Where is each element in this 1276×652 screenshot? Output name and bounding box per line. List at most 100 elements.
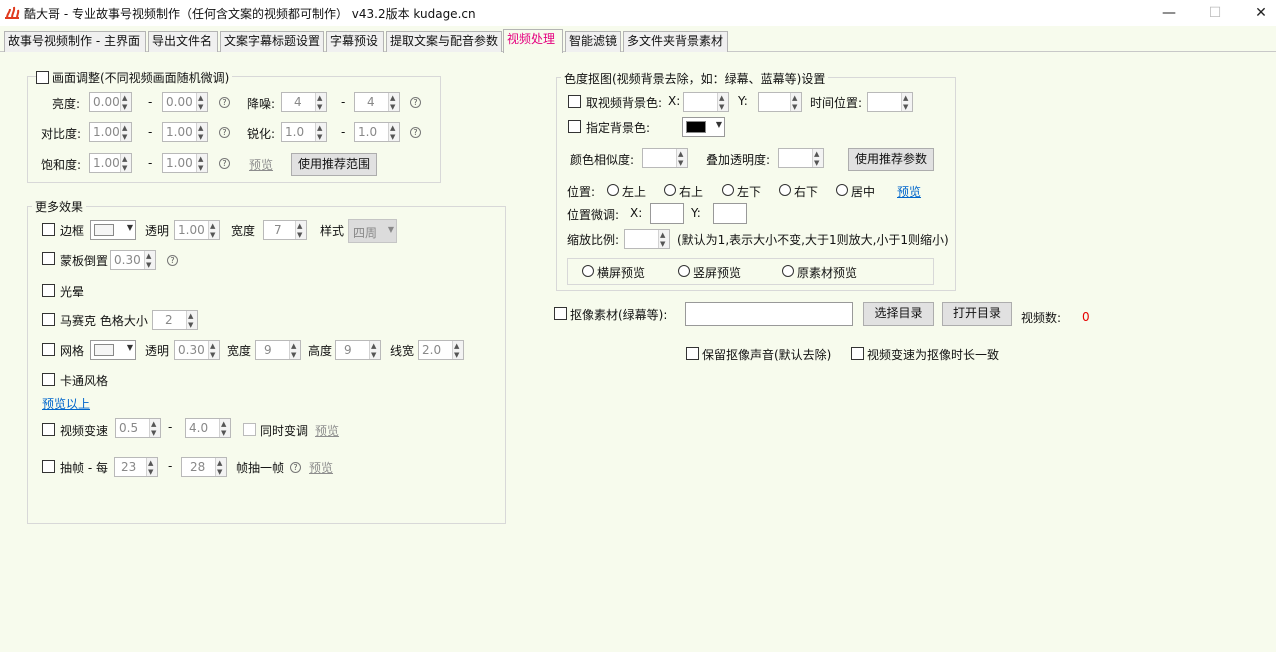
mosaic-checkbox[interactable]: [42, 313, 55, 326]
picture-preview-link[interactable]: 预览: [249, 156, 273, 173]
position-bottom-left-radio[interactable]: [722, 184, 734, 196]
preview-above-link[interactable]: 预览以上: [42, 395, 90, 412]
scale-hint: (默认为1,表示大小不变,大于1则放大,小于1则缩小): [677, 233, 949, 247]
position-top-left-radio[interactable]: [607, 184, 619, 196]
original-preview-radio[interactable]: [782, 265, 794, 277]
color-swatch: [94, 224, 114, 236]
speed-preview-link[interactable]: 预览: [315, 422, 339, 439]
frame-drop-checkbox[interactable]: [42, 460, 55, 473]
tab-subtitle-settings[interactable]: 文案字幕标题设置: [220, 31, 324, 52]
brightness-min-stepper[interactable]: 0.00 ▲ ▼: [89, 92, 132, 112]
match-speed-checkbox[interactable]: [851, 347, 864, 360]
window-title: 酷大哥 - 专业故事号视频制作（任何含文案的视频都可制作） v43.2版本 ku…: [24, 7, 476, 21]
position-top-right-radio[interactable]: [664, 184, 676, 196]
position-bottom-right-radio[interactable]: [779, 184, 791, 196]
speed-min-stepper[interactable]: 0.5 ▲ ▼: [115, 418, 161, 438]
take-bg-color-checkbox[interactable]: [568, 95, 581, 108]
frame-min-stepper[interactable]: 23 ▲ ▼: [114, 457, 158, 477]
use-recommended-range-button[interactable]: 使用推荐范围: [291, 153, 377, 176]
speed-max-stepper[interactable]: 4.0 ▲ ▼: [185, 418, 231, 438]
fine-y-input[interactable]: [713, 203, 747, 224]
border-opacity-stepper[interactable]: 1.00 ▲ ▼: [174, 220, 220, 240]
mosaic-size-stepper[interactable]: 2 ▲ ▼: [152, 310, 198, 330]
grid-height-stepper[interactable]: 9 ▲ ▼: [335, 340, 381, 360]
contrast-max-stepper[interactable]: 1.00 ▲ ▼: [162, 122, 208, 142]
dash: -: [168, 459, 173, 473]
saturation-min-stepper[interactable]: 1.00 ▲ ▼: [89, 153, 132, 173]
dash: -: [148, 95, 153, 109]
contrast-min-stepper[interactable]: 1.00 ▲ ▼: [89, 122, 132, 142]
dash: -: [148, 156, 153, 170]
border-color-dropdown[interactable]: ▼: [90, 220, 136, 240]
help-icon[interactable]: ?: [219, 158, 230, 169]
keying-path-input[interactable]: [685, 302, 853, 326]
sharpen-max-stepper[interactable]: 1.0 ▲ ▼: [354, 122, 400, 142]
overlay-opacity-stepper[interactable]: ▲ ▼: [778, 148, 824, 168]
tab-subtitle-presets[interactable]: 字幕预设: [326, 31, 384, 52]
time-position-stepper[interactable]: ▲ ▼: [867, 92, 913, 112]
saturation-max-stepper[interactable]: 1.00 ▲ ▼: [162, 153, 208, 173]
bg-color-dropdown[interactable]: ▼: [682, 117, 725, 137]
position-preview-link[interactable]: 预览: [897, 183, 921, 200]
tab-video-processing[interactable]: 视频处理: [503, 29, 563, 53]
keep-audio-checkbox[interactable]: [686, 347, 699, 360]
use-recommended-params-button[interactable]: 使用推荐参数: [848, 148, 934, 171]
opacity-label: 透明: [145, 224, 170, 238]
border-checkbox[interactable]: [42, 223, 55, 236]
tab-multi-folder-bg[interactable]: 多文件夹背景素材: [623, 31, 728, 52]
noise-max-value: 4: [367, 95, 375, 109]
mask-invert-checkbox[interactable]: [42, 252, 55, 265]
set-bg-color-checkbox[interactable]: [568, 120, 581, 133]
sharpen-min-value: 1.0: [285, 125, 305, 139]
help-icon[interactable]: ?: [410, 97, 421, 108]
keying-material-checkbox[interactable]: [554, 307, 567, 320]
brightness-max-stepper[interactable]: 0.00 ▲ ▼: [162, 92, 208, 112]
help-icon[interactable]: ?: [410, 127, 421, 138]
maximize-button[interactable]: ☐: [1192, 0, 1238, 26]
help-icon[interactable]: ?: [219, 127, 230, 138]
noise-min-stepper[interactable]: 4 ▲ ▼: [281, 92, 327, 112]
select-folder-button[interactable]: 选择目录: [863, 302, 934, 326]
picture-adjust-checkbox[interactable]: [36, 71, 49, 84]
grid-width-stepper[interactable]: 9 ▲ ▼: [255, 340, 301, 360]
tab-bar: 故事号视频制作 - 主界面 导出文件名 文案字幕标题设置 字幕预设 提取文案与配…: [0, 29, 1276, 53]
tab-main[interactable]: 故事号视频制作 - 主界面: [4, 31, 146, 52]
noise-max-stepper[interactable]: 4 ▲ ▼: [354, 92, 400, 112]
portrait-preview-radio[interactable]: [678, 265, 690, 277]
frame-max-stepper[interactable]: 28 ▲ ▼: [181, 457, 227, 477]
grid-line-stepper[interactable]: 2.0 ▲ ▼: [418, 340, 464, 360]
tab-export-filename[interactable]: 导出文件名: [148, 31, 218, 52]
sync-pitch-checkbox[interactable]: [243, 423, 256, 436]
video-speed-checkbox[interactable]: [42, 423, 55, 436]
cartoon-checkbox[interactable]: [42, 373, 55, 386]
border-style-dropdown[interactable]: 四周 ▼: [348, 219, 397, 243]
sharpen-max-value: 1.0: [358, 125, 378, 139]
mask-invert-stepper[interactable]: 0.30 ▲ ▼: [110, 250, 156, 270]
position-center-radio[interactable]: [836, 184, 848, 196]
tab-extract-params[interactable]: 提取文案与配音参数: [386, 31, 502, 52]
grid-color-dropdown[interactable]: ▼: [90, 340, 136, 360]
tab-smart-filter[interactable]: 智能滤镜: [565, 31, 621, 52]
minimize-button[interactable]: —: [1146, 0, 1192, 26]
close-button[interactable]: ✕: [1238, 0, 1276, 26]
bg-y-stepper[interactable]: ▲ ▼: [758, 92, 802, 112]
color-similarity-stepper[interactable]: ▲ ▼: [642, 148, 688, 168]
position-center-label: 居中: [851, 185, 876, 199]
fine-x-input[interactable]: [650, 203, 684, 224]
help-icon[interactable]: ?: [290, 462, 301, 473]
grid-opacity-stepper[interactable]: 0.30 ▲ ▼: [174, 340, 220, 360]
halo-checkbox[interactable]: [42, 284, 55, 297]
border-width-stepper[interactable]: 7 ▲ ▼: [263, 220, 307, 240]
sharpen-min-stepper[interactable]: 1.0 ▲ ▼: [281, 122, 327, 142]
bg-x-stepper[interactable]: ▲ ▼: [683, 92, 729, 112]
chevron-down-icon: ▼: [715, 120, 722, 129]
brightness-max-value: 0.00: [166, 95, 193, 109]
help-icon[interactable]: ?: [219, 97, 230, 108]
frame-preview-link[interactable]: 预览: [309, 459, 333, 476]
open-folder-button[interactable]: 打开目录: [942, 302, 1012, 326]
scale-stepper[interactable]: ▲ ▼: [624, 229, 670, 249]
noise-label: 降噪:: [247, 97, 276, 111]
help-icon[interactable]: ?: [167, 255, 178, 266]
landscape-preview-radio[interactable]: [582, 265, 594, 277]
grid-checkbox[interactable]: [42, 343, 55, 356]
